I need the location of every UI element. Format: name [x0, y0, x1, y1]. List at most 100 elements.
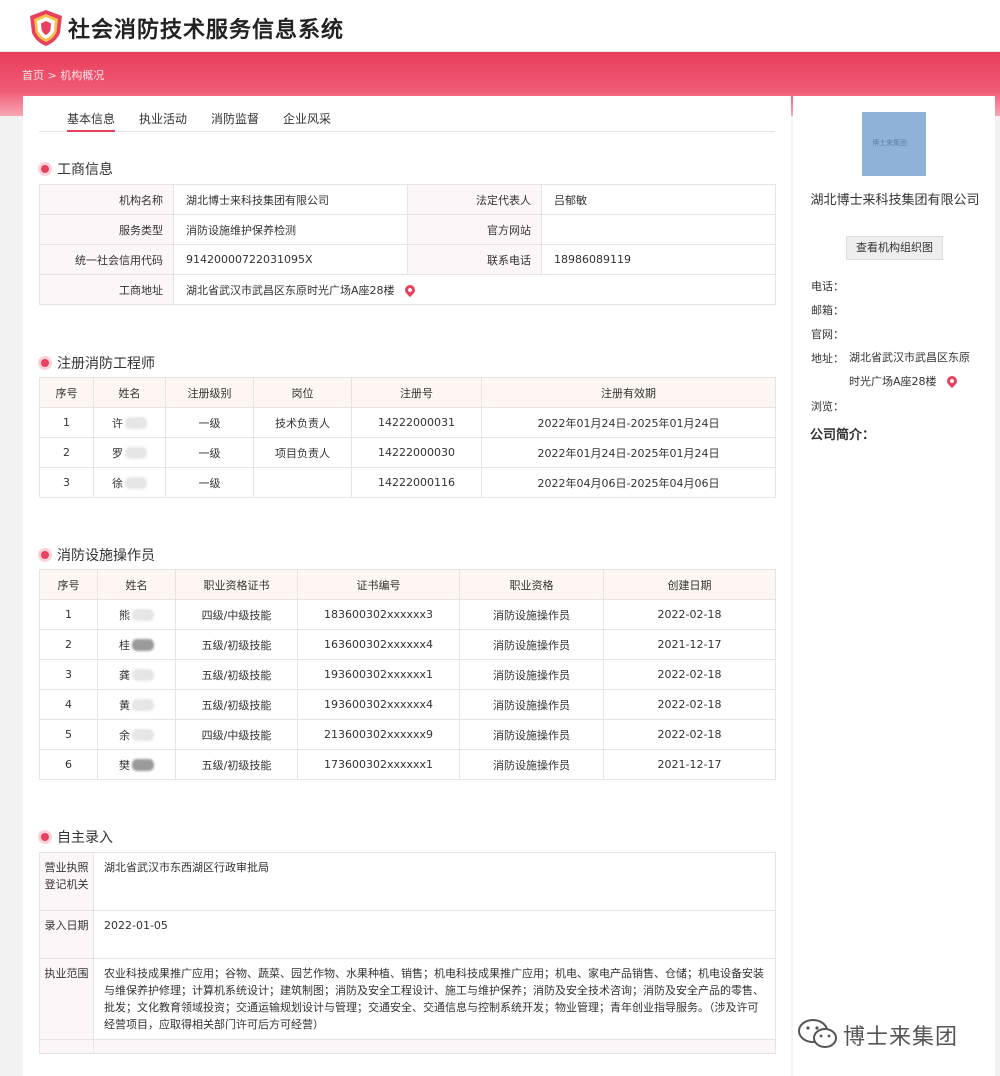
qualification: 消防设施操作员: [459, 659, 604, 690]
phone-value: 18986089119: [541, 244, 776, 275]
map-pin-icon[interactable]: [944, 373, 959, 389]
person-name: 桂: [119, 638, 130, 652]
breadcrumb-current: 机构概况: [60, 69, 105, 82]
redaction: [132, 668, 154, 681]
map-pin-icon[interactable]: [402, 282, 417, 297]
table-row: 2 罗 一级 项目负责人 14222000030 2022年01月24日-202…: [39, 437, 776, 468]
company-intro-label: 公司简介：: [810, 428, 876, 443]
created-date: 2021-12-17: [603, 749, 776, 780]
name-cell: 熊: [97, 599, 176, 630]
bullet-icon: [41, 833, 49, 841]
person-name: 黄: [119, 698, 130, 712]
table-row: 3 龚 五级/初级技能 193600302xxxxxx1 消防设施操作员 202…: [39, 659, 776, 690]
table-row: 5 余 四级/中级技能 213600302xxxxxx9 消防设施操作员 202…: [39, 719, 776, 750]
table-row: [39, 1039, 776, 1054]
row-no: 1: [39, 599, 98, 630]
col-header: 注册级别: [165, 377, 254, 408]
main-panel: 基本信息 执业活动 消防监督 企业风采 工商信息 机构名称 湖北博士来科技集团有…: [23, 96, 791, 1076]
cert-code: 183600302xxxxxx3: [297, 599, 460, 630]
qualification: 消防设施操作员: [459, 689, 604, 720]
validity: 2022年01月24日-2025年01月24日: [481, 437, 776, 468]
org-name-value: 湖北博士来科技集团有限公司: [173, 184, 408, 215]
cert-code: 193600302xxxxxx4: [297, 689, 460, 720]
redaction: [125, 416, 147, 429]
breadcrumb-home[interactable]: 首页: [22, 69, 44, 82]
col-header: 证书编号: [297, 569, 460, 600]
address-label: 工商地址: [39, 274, 174, 305]
qualification: 消防设施操作员: [459, 629, 604, 660]
col-header: 注册号: [351, 377, 482, 408]
wechat-icon: [798, 1019, 837, 1048]
table-row: 2 桂 五级/初级技能 163600302xxxxxx4 消防设施操作员 202…: [39, 629, 776, 660]
company-image[interactable]: 博士来集团: [862, 112, 926, 176]
service-type-value: 消防设施维护保养检测: [173, 214, 408, 245]
scope-value: 农业科技成果推广应用；谷物、蔬菜、园艺作物、水果种植、销售；机电科技成果推广应用…: [93, 958, 776, 1040]
cert-code: 213600302xxxxxx9: [297, 719, 460, 750]
name-cell: 罗: [93, 437, 166, 468]
table-row: 1 熊 四级/中级技能 183600302xxxxxx3 消防设施操作员 202…: [39, 599, 776, 630]
address-value: 湖北省武汉市武昌区东原时光广场A座28楼: [186, 283, 395, 297]
post: 技术负责人: [253, 407, 352, 438]
row-no: 2: [39, 629, 98, 660]
entry-date-value: 2022-01-05: [93, 910, 776, 959]
col-header: 序号: [39, 377, 94, 408]
name-cell: 许: [93, 407, 166, 438]
table-header-row: 序号 姓名 注册级别 岗位 注册号 注册有效期: [39, 377, 776, 408]
table-row: 机构名称 湖北博士来科技集团有限公司 法定代表人 吕郁敏: [39, 184, 776, 215]
person-name: 余: [119, 728, 130, 742]
cert: 四级/中级技能: [175, 599, 298, 630]
tab-fire-supervision[interactable]: 消防监督: [211, 110, 259, 132]
wechat-watermark: 博士来集团: [797, 1013, 987, 1053]
created-date: 2022-02-18: [603, 719, 776, 750]
cert-code: 173600302xxxxxx1: [297, 749, 460, 780]
side-views-label: 浏览：: [811, 400, 844, 413]
credit-code-label: 统一社会信用代码: [39, 244, 174, 275]
person-name: 龚: [119, 668, 130, 682]
person-name: 许: [112, 416, 123, 430]
side-phone-label: 电话：: [811, 280, 844, 293]
cert-code: 193600302xxxxxx1: [297, 659, 460, 690]
side-email-label: 邮箱：: [811, 304, 844, 317]
post: [253, 467, 352, 498]
col-header: 创建日期: [603, 569, 776, 600]
phone-label: 联系电话: [407, 244, 542, 275]
view-org-chart-button[interactable]: 查看机构组织图: [846, 236, 943, 260]
row-no: 2: [39, 437, 94, 468]
side-website-label: 官网：: [811, 328, 844, 341]
table-row: 1 许 一级 技术负责人 14222000031 2022年01月24日-202…: [39, 407, 776, 438]
tab-company-style[interactable]: 企业风采: [283, 110, 331, 132]
table-row: 执业范围 农业科技成果推广应用；谷物、蔬菜、园艺作物、水果种植、销售；机电科技成…: [39, 958, 776, 1040]
row-no: 1: [39, 407, 94, 438]
col-header: 职业资格证书: [175, 569, 298, 600]
business-info-table: 机构名称 湖北博士来科技集团有限公司 法定代表人 吕郁敏 服务类型 消防设施维护…: [39, 184, 776, 305]
website-value[interactable]: [541, 214, 776, 245]
row-no: 5: [39, 719, 98, 750]
company-sidebar: 博士来集团 湖北博士来科技集团有限公司 查看机构组织图 电话： 邮箱： 官网： …: [793, 96, 995, 1076]
col-header: 注册有效期: [481, 377, 776, 408]
col-header: 姓名: [97, 569, 176, 600]
created-date: 2022-02-18: [603, 599, 776, 630]
qualification: 消防设施操作员: [459, 749, 604, 780]
tab-practice-activity[interactable]: 执业活动: [139, 110, 187, 132]
name-cell: 龚: [97, 659, 176, 690]
table-row: 3 徐 一级 14222000116 2022年04月06日-2025年04月0…: [39, 467, 776, 498]
qualification: 消防设施操作员: [459, 719, 604, 750]
reg-level: 一级: [165, 407, 254, 438]
table-row: 服务类型 消防设施维护保养检测 官方网站: [39, 214, 776, 245]
reg-number: 14222000030: [351, 437, 482, 468]
row-no: 3: [39, 467, 94, 498]
legal-rep-value: 吕郁敏: [541, 184, 776, 215]
empty-cell: [93, 1039, 776, 1054]
top-header: 社会消防技术服务信息系统: [0, 0, 1000, 52]
table-row: 录入日期 2022-01-05: [39, 910, 776, 959]
person-name: 徐: [112, 476, 123, 490]
row-no: 6: [39, 749, 98, 780]
side-address-label: 地址：: [811, 352, 844, 365]
name-cell: 徐: [93, 467, 166, 498]
redaction: [132, 638, 154, 651]
shield-logo-icon: [30, 10, 62, 46]
org-name-label: 机构名称: [39, 184, 174, 215]
tab-basic-info[interactable]: 基本信息: [67, 110, 116, 132]
breadcrumb: 首页 > 机构概况: [22, 67, 104, 83]
name-cell: 桂: [97, 629, 176, 660]
